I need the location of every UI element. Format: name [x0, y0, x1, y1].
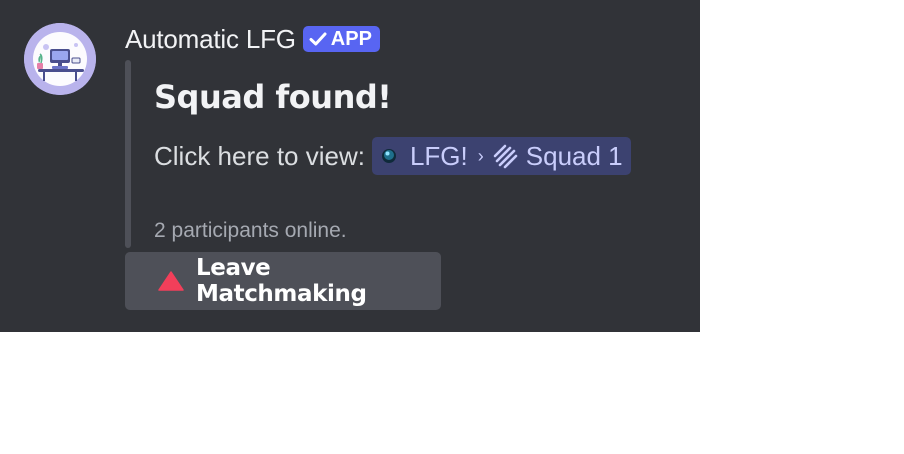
embed-description: Click here to view: LFG! › Squad 1 [154, 137, 631, 175]
desk-illustration-icon [24, 23, 96, 95]
check-icon [309, 31, 327, 47]
orb-icon [380, 147, 398, 165]
embed-title: Squad found! [154, 78, 392, 116]
warning-triangle-icon [158, 271, 184, 291]
message: Automatic LFG APP Squad found! Click her… [0, 0, 700, 332]
app-tag-label: APP [330, 27, 372, 50]
embed-accent-bar [125, 60, 131, 248]
bot-avatar[interactable] [24, 23, 96, 95]
thread-icon [492, 143, 518, 169]
mention-thread-name: Squad 1 [525, 140, 623, 171]
chevron-right-icon: › [477, 145, 484, 166]
embed-footer: 2 participants online. [154, 219, 347, 242]
leave-matchmaking-button[interactable]: Leave Matchmaking [125, 252, 441, 310]
author-name[interactable]: Automatic LFG [125, 24, 296, 55]
mention-parent-channel: LFG! [409, 140, 468, 171]
channel-mention[interactable]: LFG! › Squad 1 [371, 137, 631, 175]
app-tag: APP [302, 26, 380, 52]
leave-matchmaking-label: Leave Matchmaking [196, 255, 367, 307]
embed-description-text: Click here to view: [154, 140, 365, 171]
message-header: Automatic LFG APP [125, 22, 380, 56]
